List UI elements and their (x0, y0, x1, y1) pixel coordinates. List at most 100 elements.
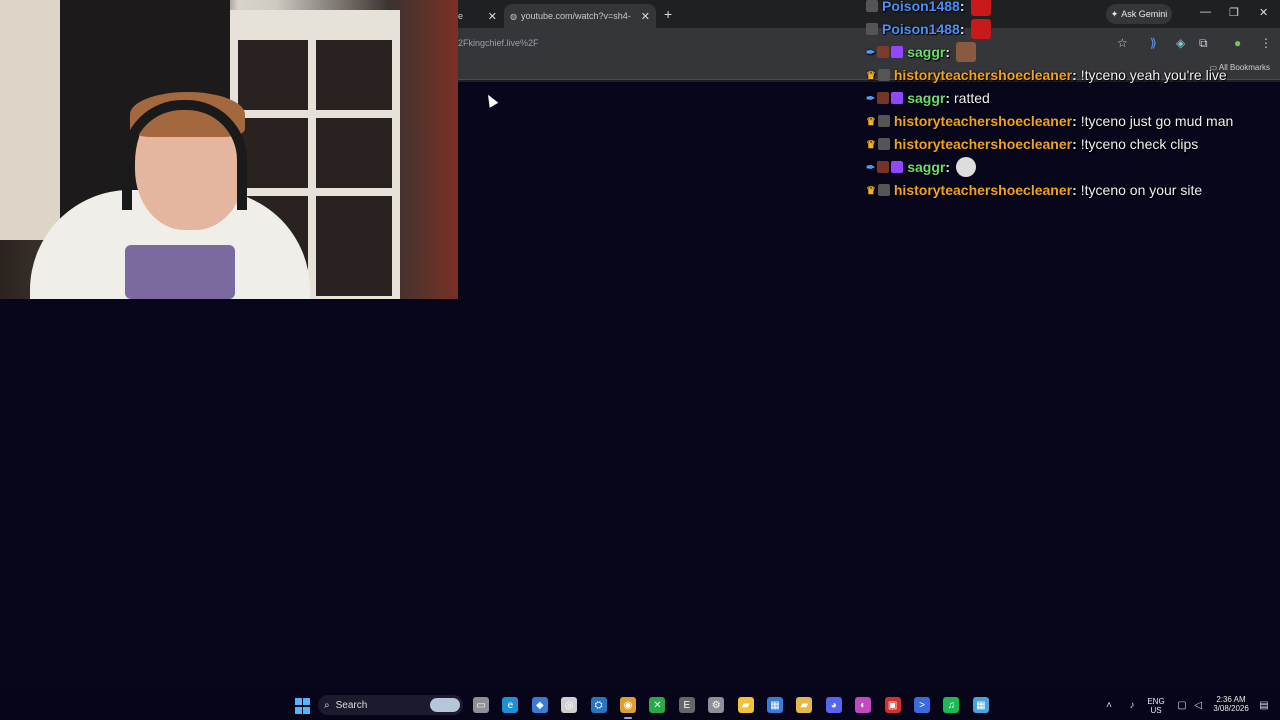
taskbar: ⌕ Search ▭ e ◆ ◎ ⛭ ◉ ✕ E ⚙ ▰ ▦ ▰ ◕ ◐ ▣ > ♫ ▦ ˄ ♪ ENG US ▢… (0, 690, 1280, 720)
settings-icon[interactable]: ⚙ (708, 697, 725, 713)
chevron-up-icon[interactable]: ˄ (1101, 697, 1117, 713)
skull-emote-icon (956, 156, 977, 177)
store-icon[interactable]: ▦ (767, 697, 783, 713)
xbox-icon[interactable]: ✕ (649, 697, 666, 713)
mod-badge-icon (877, 160, 890, 173)
tab-partial[interactable]: e ✕ (458, 4, 502, 28)
new-tab-icon[interactable]: + (664, 6, 672, 22)
grey-badge-icon (866, 0, 878, 12)
spotify-icon[interactable]: ♫ (943, 697, 960, 713)
chat-colon: : (1072, 181, 1077, 198)
red-emote-icon (970, 0, 991, 16)
clock[interactable]: 2:36 AM 3/08/2026 (1206, 695, 1256, 713)
tab-title: e (458, 11, 464, 21)
tab-title: youtube.com/watch?v=sh4-2dV (520, 11, 631, 21)
chat-username[interactable]: Poison1488 (882, 21, 960, 37)
face-emote-icon (956, 41, 977, 62)
sub-badge-icon (891, 45, 904, 58)
close-icon[interactable]: ✕ (641, 10, 650, 23)
task-view-icon[interactable]: ▭ (473, 697, 489, 713)
epic-icon[interactable]: E (678, 697, 695, 713)
chrome-icon[interactable]: ◉ (620, 697, 636, 713)
search-icon: ⌕ (324, 699, 330, 711)
app-icon[interactable]: ▣ (884, 697, 901, 713)
webcam-wall (0, 0, 60, 240)
crown-badge-icon: ♛ (866, 184, 876, 197)
chat-colon: : (1072, 66, 1077, 83)
chat-username[interactable]: historyteachershoecleaner (894, 113, 1072, 129)
chat-username[interactable]: historyteachershoecleaner (894, 182, 1072, 198)
folder-icon[interactable]: ▰ (796, 697, 813, 713)
chat-username[interactable]: Poison1488 (882, 0, 960, 14)
app-icon[interactable]: ▦ (972, 697, 989, 713)
sword-badge-icon: ✒ (866, 161, 876, 174)
grey-badge-icon (877, 114, 890, 127)
app-icon[interactable]: ◆ (531, 697, 548, 713)
search-highlight-icon (430, 698, 460, 712)
chat-username[interactable]: saggr (907, 159, 945, 175)
crown-badge-icon: ♛ (866, 115, 876, 128)
chat-message: ♛ historyteachershoecleaner: !tyceno yeah … (866, 63, 1266, 86)
crown-badge-icon: ♛ (866, 69, 876, 82)
taskbar-search[interactable]: ⌕ Search (318, 695, 463, 715)
chat-text: !tyceno on your site (1080, 181, 1203, 198)
steam-icon[interactable]: ⛭ (590, 697, 607, 713)
mouse-cursor (483, 92, 499, 108)
chat-username[interactable]: historyteachershoecleaner (894, 67, 1072, 83)
grey-badge-icon (877, 68, 890, 81)
chat-colon: : (959, 0, 965, 14)
globe-icon: ◍ (510, 11, 517, 21)
mod-badge-icon (877, 45, 890, 58)
chat-message: ♛ historyteachershoecleaner: !tyceno check… (866, 132, 1266, 155)
chat-message: ♛ historyteachershoecleaner: !tyceno on yo… (866, 178, 1266, 201)
chat-colon: : (945, 89, 951, 106)
sub-badge-icon (891, 91, 904, 104)
edge-icon[interactable]: e (502, 697, 519, 713)
region-label: US (1150, 706, 1162, 715)
sword-badge-icon: ✒ (866, 92, 876, 105)
start-button[interactable] (293, 697, 311, 715)
chat-colon: : (959, 20, 965, 37)
chat-colon: : (945, 43, 951, 60)
chat-message: Poison1488: (866, 0, 1266, 17)
address-bar[interactable]: 2Fkingchief.live%2F (458, 38, 539, 48)
microphone-icon[interactable]: ♪ (1124, 697, 1140, 713)
crown-badge-icon: ♛ (866, 138, 876, 151)
grey-badge-icon (866, 22, 878, 35)
grey-badge-icon (877, 137, 890, 150)
mod-badge-icon (877, 91, 890, 104)
terminal-icon[interactable]: > (914, 697, 930, 713)
chat-text: !tyceno yeah you're live (1080, 66, 1227, 83)
webcam-headset (122, 100, 247, 210)
app-icon[interactable]: ◎ (561, 697, 578, 713)
chat-username[interactable]: saggr (907, 44, 945, 60)
chat-colon: : (1072, 135, 1077, 152)
app-icon[interactable]: ◐ (855, 697, 872, 713)
chat-username[interactable]: historyteachershoecleaner (894, 136, 1072, 152)
sub-badge-icon (891, 160, 904, 173)
chat-colon: : (1072, 112, 1077, 129)
chat-overlay: Poison1488: Poison1488: ✒ saggr: ♛ historytea… (866, 0, 1266, 201)
file-explorer-icon[interactable]: ▰ (737, 697, 754, 713)
date-label: 3/08/2026 (1213, 704, 1249, 713)
chat-text: ratted (954, 89, 990, 106)
chat-colon: : (945, 158, 951, 175)
discord-icon[interactable]: ◕ (825, 697, 842, 713)
chat-message: ♛ historyteachershoecleaner: !tyceno just … (866, 109, 1266, 132)
active-app-indicator (624, 717, 632, 719)
chat-username[interactable]: saggr (907, 90, 945, 106)
chat-message: ✒ saggr: ratted (866, 86, 1266, 109)
network-icon[interactable]: ▢ (1174, 697, 1190, 713)
volume-icon[interactable]: ◁ (1190, 697, 1206, 713)
red-emote-icon (970, 18, 991, 39)
notification-icon[interactable]: ▤ (1256, 697, 1272, 713)
chat-text: !tyceno just go mud man (1080, 112, 1234, 129)
close-icon[interactable]: ✕ (488, 10, 497, 23)
chat-message: ✒ saggr: (866, 40, 1266, 63)
time-label: 2:36 AM (1216, 695, 1246, 704)
chat-text: !tyceno check clips (1080, 135, 1199, 152)
grey-badge-icon (877, 183, 890, 196)
tab-youtube[interactable]: ◍ youtube.com/watch?v=sh4-2dV ✕ (504, 4, 656, 28)
language-indicator[interactable]: ENG US (1143, 697, 1169, 715)
language-label: ENG (1147, 697, 1165, 706)
